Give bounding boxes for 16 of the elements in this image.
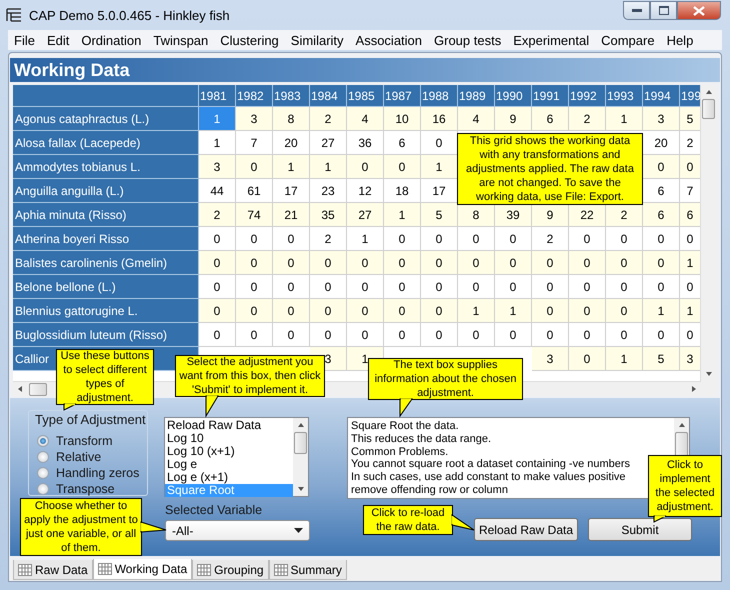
callout-tooltip: This grid shows the working data with any transformations and adjustments applied. The raw data are not changed. To save the working data, use File: Export.	[457, 133, 643, 205]
window-title: CAP Demo 5.0.0.465 - Hinkley fish	[29, 8, 230, 22]
callout-tooltip: Select the adjustment you want from this box, then click 'Submit' to implement it.	[175, 355, 325, 397]
field-label: Selected Variable	[165, 503, 264, 517]
info-text-line: Common Problems.	[351, 446, 448, 458]
group-label: Type of Adjustment	[35, 412, 146, 427]
callout-tooltip: Use these buttons to select different types of adjustment.	[56, 349, 154, 405]
panel-title: Working Data	[10, 58, 720, 82]
info-text-line: Square Root the data.	[351, 420, 459, 433]
callout-tooltip: The text box supplies information about the chosen adjustment.	[368, 358, 523, 400]
callout-tooltip: Click to implement the selected adjustment.	[648, 455, 722, 517]
info-text-line: You cannot square root a dataset containing -ve numbers	[351, 458, 630, 472]
info-text-line: In such cases, use add constant to make values positive	[351, 471, 626, 484]
callout-tooltip: Choose whether to apply the adjustment to just one variable, or all of them.	[20, 498, 142, 556]
info-text-line: remove offending row or column	[351, 484, 508, 497]
info-text-line: This reduces the data range.	[351, 432, 492, 446]
